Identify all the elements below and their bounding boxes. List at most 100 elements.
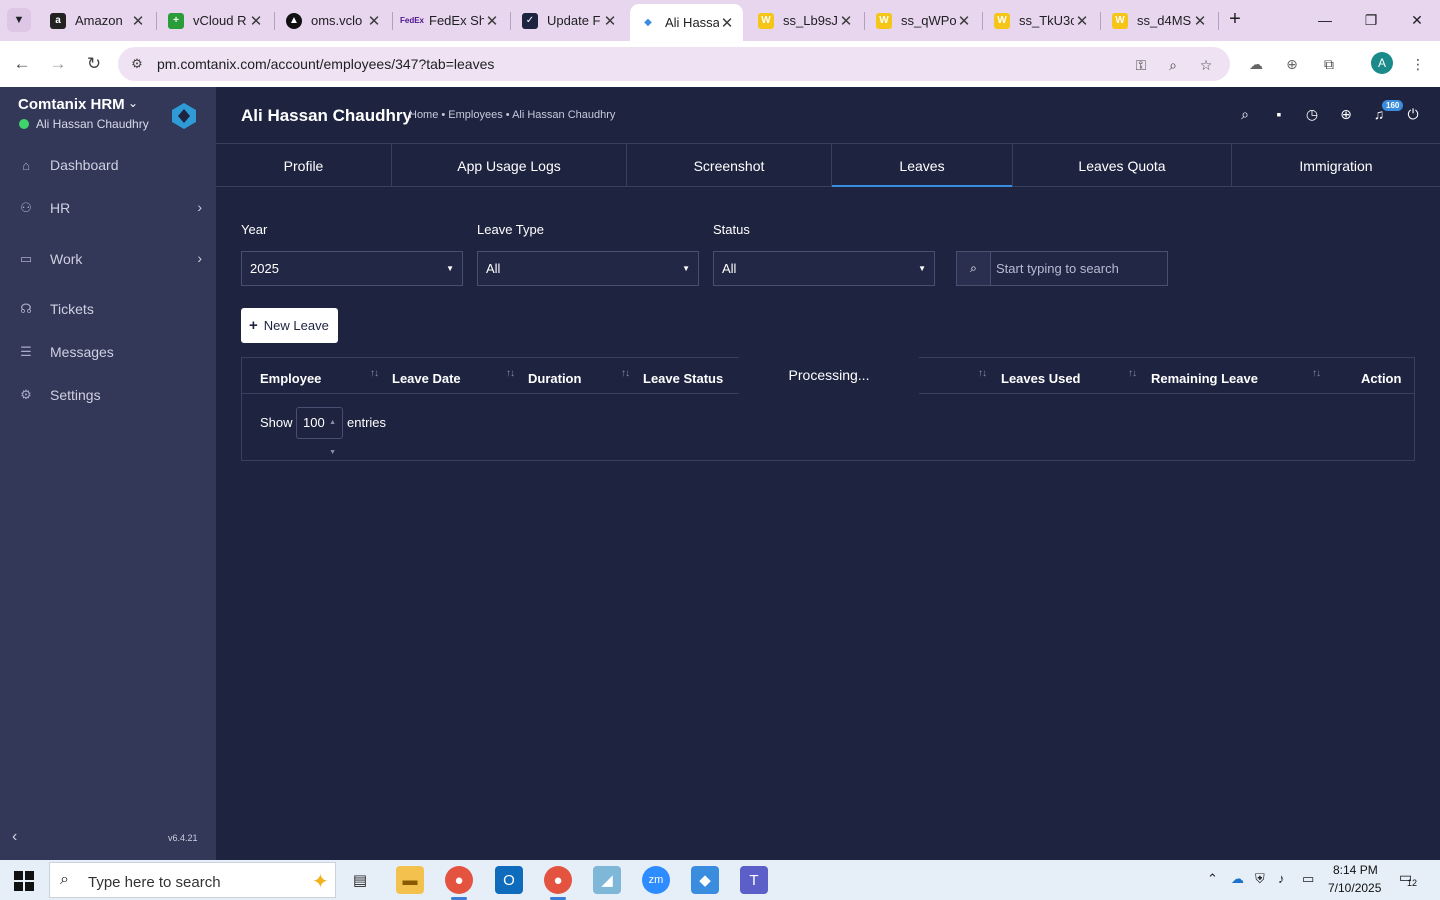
sort-icon[interactable]: ↑↓ <box>370 368 379 379</box>
sort-icon[interactable]: ↑↓ <box>978 368 987 379</box>
clock-icon[interactable]: ◷ <box>1303 105 1321 123</box>
bookmark-star-icon[interactable]: ☆ <box>1195 54 1217 76</box>
forward-button[interactable]: → <box>45 51 71 77</box>
address-bar[interactable]: ⚙ pm.comtanix.com/account/employees/347?… <box>118 47 1230 81</box>
sidebar-item-work[interactable]: ▭ Work › <box>0 242 216 276</box>
windows-start-icon[interactable] <box>14 871 34 891</box>
close-tab-icon[interactable]: ✕ <box>719 14 735 32</box>
minimize-icon[interactable]: — <box>1313 8 1337 32</box>
comtanix-app-icon[interactable]: ◆ <box>691 866 719 894</box>
collapse-sidebar-icon[interactable]: ‹ <box>12 828 17 846</box>
back-button[interactable]: ← <box>9 51 35 77</box>
translate-icon[interactable]: ⊕ <box>1281 53 1303 75</box>
breadcrumb[interactable]: Home • Employees • Ali Hassan Chaudhry <box>409 109 615 121</box>
close-tab-icon[interactable]: ✕ <box>956 12 972 30</box>
chrome-profile-icon[interactable]: ● <box>544 866 572 900</box>
volume-icon[interactable]: ♪ <box>1278 871 1285 886</box>
zoom-app-icon[interactable]: zm <box>642 866 670 894</box>
chevron-right-icon: › <box>197 199 202 215</box>
column-header-duration[interactable]: Duration <box>528 371 581 386</box>
close-tab-icon[interactable]: ✕ <box>248 12 264 30</box>
new-tab-button[interactable]: + <box>1225 8 1245 32</box>
profile-avatar[interactable]: A <box>1371 52 1393 74</box>
chrome-icon[interactable]: ● <box>445 866 473 900</box>
new-leave-button[interactable]: + New Leave <box>241 308 338 343</box>
browser-tab[interactable]: W ss_Lb9sJ ✕ <box>748 4 862 37</box>
reload-button[interactable]: ↻ <box>81 51 107 77</box>
url-text[interactable]: pm.comtanix.com/account/employees/347?ta… <box>157 56 494 72</box>
browser-tab[interactable]: FedEx FedEx Sh ✕ <box>394 4 508 37</box>
column-header-employee[interactable]: Employee <box>260 371 321 386</box>
password-key-icon[interactable]: ⚿ <box>1130 54 1152 76</box>
close-tab-icon[interactable]: ✕ <box>838 12 854 30</box>
page-length-select[interactable]: 100 ▲ ▼ <box>296 407 343 456</box>
sort-icon[interactable]: ↑↓ <box>621 368 630 379</box>
sort-icon[interactable]: ↑↓ <box>506 368 515 379</box>
close-tab-icon[interactable]: ✕ <box>602 12 618 30</box>
search-icon[interactable]: ⌕ <box>1236 105 1254 123</box>
extensions-icon[interactable]: ⧉ <box>1318 53 1340 75</box>
close-window-icon[interactable]: ✕ <box>1405 8 1429 32</box>
leaves-table: Employee ↑↓ Leave Date ↑↓ Duration ↑↓ Le… <box>241 356 1415 461</box>
sidebar-item-settings[interactable]: ⚙ Settings <box>0 378 216 412</box>
browser-tab[interactable]: W ss_qWPo ✕ <box>866 4 980 37</box>
browser-tab[interactable]: W ss_TkU3c ✕ <box>984 4 1098 37</box>
browser-tab[interactable]: + vCloud R ✕ <box>158 4 272 37</box>
browser-tab[interactable]: a Amazon ✕ <box>40 4 154 37</box>
sidebar-item-tickets[interactable]: ☊ Tickets <box>0 292 216 326</box>
search-icon: ⌕ <box>60 871 69 888</box>
browser-tab[interactable]: ✓ Update F ✕ <box>512 4 626 37</box>
column-header-remaining-leave[interactable]: Remaining Leave <box>1151 371 1258 386</box>
site-info-icon[interactable]: ⚙ <box>128 55 146 73</box>
close-tab-icon[interactable]: ✕ <box>484 12 500 30</box>
tab-leaves[interactable]: Leaves <box>832 144 1013 188</box>
app-icon[interactable]: ◢ <box>593 866 621 894</box>
teams-icon[interactable]: T <box>740 866 768 894</box>
close-tab-icon[interactable]: ✕ <box>366 12 382 30</box>
sidebar-item-dashboard[interactable]: ⌂ Dashboard <box>0 148 216 182</box>
network-icon[interactable]: ▭ <box>1302 871 1314 887</box>
tab-leaves-quota[interactable]: Leaves Quota <box>1013 144 1232 187</box>
close-tab-icon[interactable]: ✕ <box>1192 12 1208 30</box>
brand-name[interactable]: Comtanix HRM <box>18 96 125 113</box>
tab-immigration[interactable]: Immigration <box>1232 144 1440 187</box>
page-length-value: 100 <box>303 415 325 430</box>
tab-screenshot[interactable]: Screenshot <box>627 144 832 187</box>
taskbar-date[interactable]: 7/10/2025 <box>1328 881 1381 895</box>
column-header-leave-status[interactable]: Leave Status <box>643 371 723 386</box>
zoom-icon[interactable]: ⌕ <box>1162 54 1184 76</box>
sidebar-item-hr[interactable]: ⚇ HR › <box>0 191 216 225</box>
task-view-icon[interactable]: ▤ <box>346 866 374 894</box>
taskbar-search[interactable]: ⌕ Type here to search ✦ <box>49 862 336 898</box>
sidebar-item-messages[interactable]: ☰ Messages <box>0 335 216 369</box>
status-select[interactable]: All ▼ <box>713 251 935 286</box>
browser-tab[interactable]: W ss_d4MS ✕ <box>1102 4 1216 37</box>
browser-tab-active[interactable]: ◆ Ali Hassa ✕ <box>630 4 743 41</box>
browser-tab[interactable]: ▲ oms.vclo ✕ <box>276 4 390 37</box>
chevron-down-icon[interactable]: ⌄ <box>128 96 138 110</box>
sort-icon[interactable]: ↑↓ <box>1128 368 1137 379</box>
sticky-note-icon[interactable]: ▪ <box>1270 105 1288 123</box>
add-circle-icon[interactable]: ⊕ <box>1337 105 1355 123</box>
taskbar-time[interactable]: 8:14 PM <box>1333 863 1378 877</box>
column-header-leaves-used[interactable]: Leaves Used <box>1001 371 1081 386</box>
browser-menu-icon[interactable]: ⋮ <box>1407 53 1429 75</box>
close-tab-icon[interactable]: ✕ <box>1074 12 1090 30</box>
column-header-leave-date[interactable]: Leave Date <box>392 371 461 386</box>
onedrive-icon[interactable]: ☁ <box>1231 871 1244 887</box>
close-tab-icon[interactable]: ✕ <box>130 12 146 30</box>
sort-icon[interactable]: ↑↓ <box>1312 368 1321 379</box>
security-icon[interactable]: ⛨ <box>1255 871 1265 887</box>
outlook-icon[interactable]: O <box>495 866 523 894</box>
tab-app-usage-logs[interactable]: App Usage Logs <box>392 144 627 187</box>
year-select[interactable]: 2025 ▼ <box>241 251 463 286</box>
leave-type-select[interactable]: All ▼ <box>477 251 699 286</box>
restore-icon[interactable]: ❐ <box>1359 8 1383 32</box>
tab-profile[interactable]: Profile <box>216 144 392 187</box>
show-hidden-icons[interactable]: ⌃ <box>1207 871 1218 887</box>
search-input[interactable] <box>992 252 1167 285</box>
performance-icon[interactable]: ☁ <box>1245 53 1267 75</box>
file-explorer-icon[interactable]: ▬ <box>396 866 424 894</box>
power-icon[interactable]: ⏻ <box>1404 105 1422 123</box>
tab-search-button[interactable]: ▼ <box>7 8 31 32</box>
